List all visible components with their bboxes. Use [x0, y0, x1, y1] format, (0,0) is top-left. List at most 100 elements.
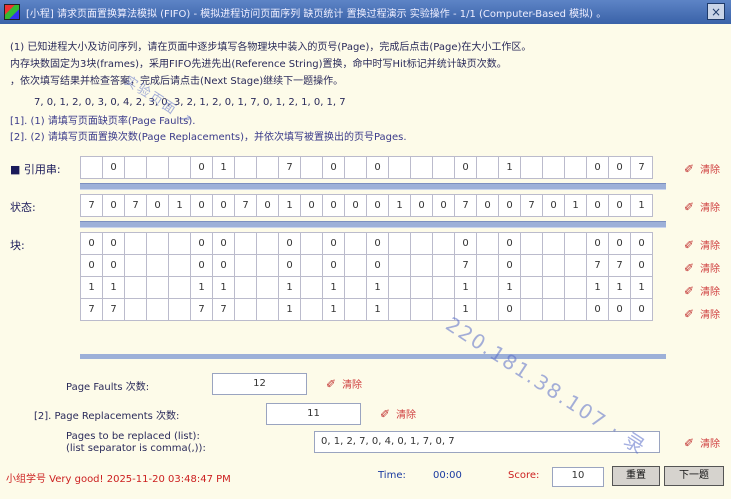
reference-cell[interactable] — [476, 156, 499, 179]
reference-cell[interactable] — [256, 156, 279, 179]
block-cell[interactable] — [520, 254, 543, 277]
reference-cell[interactable]: 1 — [498, 156, 521, 179]
block-cell[interactable] — [234, 298, 257, 321]
block-cell[interactable]: 0 — [212, 254, 235, 277]
block-cell[interactable] — [564, 276, 587, 299]
block-cell[interactable] — [300, 276, 323, 299]
block-cell[interactable] — [234, 276, 257, 299]
block-cell[interactable]: 1 — [454, 276, 477, 299]
block-cell[interactable]: 0 — [212, 232, 235, 255]
frame-cell[interactable]: 1 — [630, 194, 653, 217]
edit-icon[interactable]: ✐ — [326, 377, 336, 391]
reference-cell[interactable] — [344, 156, 367, 179]
block-cell[interactable] — [168, 276, 191, 299]
frame-cell[interactable]: 7 — [234, 194, 257, 217]
next-button[interactable]: 下一题 — [664, 466, 724, 486]
block-cell[interactable]: 0 — [586, 232, 609, 255]
block-cell[interactable]: 1 — [80, 276, 103, 299]
delete-button[interactable]: 清除 — [700, 241, 720, 252]
delete-button[interactable]: 清除 — [342, 380, 362, 391]
edit-icon[interactable]: ✐ — [684, 261, 694, 275]
block-cell[interactable]: 0 — [498, 232, 521, 255]
reset-button[interactable]: 重置 — [612, 466, 660, 486]
block-cell[interactable] — [256, 254, 279, 277]
block-cell[interactable]: 7 — [80, 298, 103, 321]
block-cell[interactable]: 1 — [366, 276, 389, 299]
block-cell[interactable] — [388, 276, 411, 299]
block-cell[interactable]: 1 — [278, 298, 301, 321]
block-cell[interactable] — [542, 276, 565, 299]
frame-cell[interactable]: 0 — [102, 194, 125, 217]
block-cell[interactable] — [542, 254, 565, 277]
block-cell[interactable] — [256, 276, 279, 299]
block-cell[interactable]: 0 — [322, 254, 345, 277]
block-cell[interactable] — [168, 254, 191, 277]
block-cell[interactable] — [410, 298, 433, 321]
block-cell[interactable]: 0 — [608, 232, 631, 255]
block-cell[interactable]: 1 — [498, 276, 521, 299]
reference-cell[interactable] — [234, 156, 257, 179]
reference-cell[interactable]: 0 — [454, 156, 477, 179]
close-button[interactable]: × — [707, 3, 725, 20]
block-cell[interactable]: 1 — [586, 276, 609, 299]
block-cell[interactable] — [146, 254, 169, 277]
block-cell[interactable]: 0 — [278, 254, 301, 277]
block-cell[interactable]: 1 — [608, 276, 631, 299]
block-cell[interactable]: 0 — [366, 232, 389, 255]
page-replacements-input[interactable]: 11 — [266, 403, 361, 425]
block-cell[interactable] — [344, 232, 367, 255]
block-cell[interactable] — [124, 232, 147, 255]
block-cell[interactable]: 7 — [190, 298, 213, 321]
block-cell[interactable] — [542, 298, 565, 321]
reference-cell[interactable] — [564, 156, 587, 179]
block-cell[interactable]: 0 — [80, 232, 103, 255]
block-cell[interactable] — [410, 254, 433, 277]
block-cell[interactable]: 0 — [630, 298, 653, 321]
frame-cell[interactable]: 0 — [366, 194, 389, 217]
block-cell[interactable] — [410, 232, 433, 255]
reference-cell[interactable]: 0 — [322, 156, 345, 179]
block-cell[interactable] — [542, 232, 565, 255]
frame-cell[interactable]: 7 — [80, 194, 103, 217]
frame-cell[interactable]: 0 — [344, 194, 367, 217]
block-cell[interactable] — [124, 298, 147, 321]
block-cell[interactable] — [476, 298, 499, 321]
edit-icon[interactable]: ✐ — [684, 238, 694, 252]
block-cell[interactable] — [146, 232, 169, 255]
block-cell[interactable] — [124, 276, 147, 299]
block-cell[interactable] — [564, 254, 587, 277]
block-cell[interactable] — [520, 232, 543, 255]
edit-icon[interactable]: ✐ — [684, 162, 694, 176]
reference-cell[interactable]: 0 — [586, 156, 609, 179]
block-cell[interactable] — [564, 232, 587, 255]
block-cell[interactable] — [476, 232, 499, 255]
block-cell[interactable] — [300, 232, 323, 255]
block-cell[interactable]: 0 — [366, 254, 389, 277]
block-cell[interactable] — [432, 232, 455, 255]
delete-button[interactable]: 清除 — [700, 165, 720, 176]
frame-cell[interactable]: 7 — [520, 194, 543, 217]
reference-cell[interactable] — [80, 156, 103, 179]
block-cell[interactable]: 7 — [454, 254, 477, 277]
block-cell[interactable]: 1 — [102, 276, 125, 299]
block-cell[interactable]: 0 — [498, 254, 521, 277]
block-cell[interactable]: 7 — [102, 298, 125, 321]
block-cell[interactable]: 1 — [322, 298, 345, 321]
block-cell[interactable]: 0 — [454, 232, 477, 255]
frame-cell[interactable]: 0 — [542, 194, 565, 217]
block-cell[interactable] — [388, 232, 411, 255]
reference-cell[interactable] — [520, 156, 543, 179]
block-cell[interactable]: 0 — [278, 232, 301, 255]
block-cell[interactable]: 0 — [630, 254, 653, 277]
reference-cell[interactable] — [410, 156, 433, 179]
reference-cell[interactable]: 1 — [212, 156, 235, 179]
frame-cell[interactable]: 0 — [212, 194, 235, 217]
edit-icon[interactable]: ✐ — [684, 284, 694, 298]
reference-cell[interactable]: 7 — [278, 156, 301, 179]
block-cell[interactable] — [256, 232, 279, 255]
block-cell[interactable]: 0 — [586, 298, 609, 321]
delete-button[interactable]: 清除 — [700, 439, 720, 450]
block-cell[interactable]: 1 — [190, 276, 213, 299]
reference-cell[interactable]: 0 — [102, 156, 125, 179]
block-cell[interactable] — [124, 254, 147, 277]
